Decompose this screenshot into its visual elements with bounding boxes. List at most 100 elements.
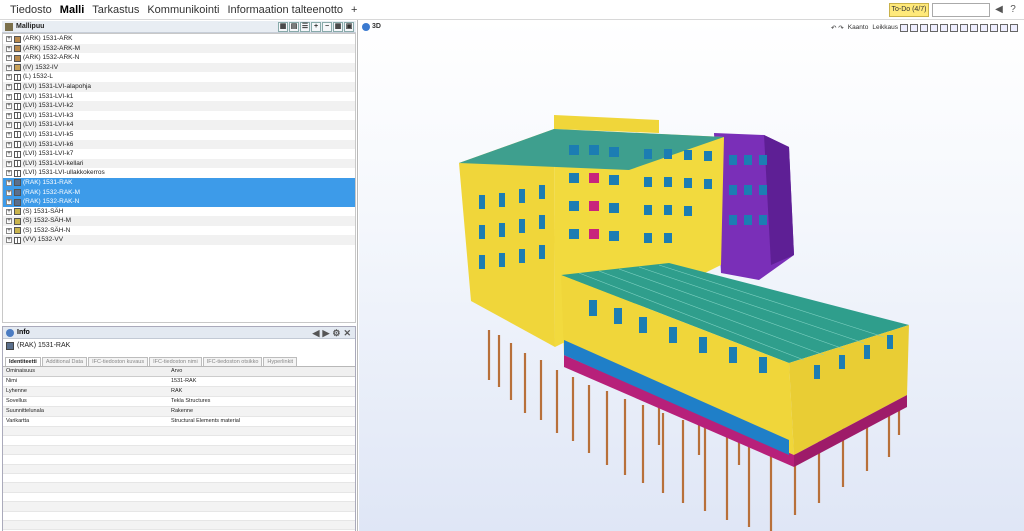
expand-icon[interactable]: +: [6, 218, 12, 225]
info-tab[interactable]: Additional Data: [41, 357, 88, 366]
expand-icon[interactable]: +: [6, 103, 12, 110]
tree-row[interactable]: + (LVI) 1531-LVI-k6: [3, 139, 355, 150]
property-row[interactable]: Nimi 1531-RAK: [3, 376, 355, 387]
search-input[interactable]: [932, 3, 990, 17]
menu-item[interactable]: +: [347, 0, 361, 20]
building-model[interactable]: [459, 115, 919, 531]
camera-icon[interactable]: [910, 23, 918, 32]
zoom-out-icon[interactable]: [950, 23, 958, 32]
info-settings-icon[interactable]: ⚙: [332, 327, 340, 339]
expand-icon[interactable]: +: [6, 179, 12, 186]
tree-row[interactable]: + (S) 1532-SÄH-N: [3, 226, 355, 236]
zoom-in-icon[interactable]: [940, 23, 948, 32]
property-row[interactable]: Sovellus Tekla Structures: [3, 396, 355, 407]
tree-row[interactable]: + (ARK) 1532-ARK-N: [3, 53, 355, 63]
expand-icon[interactable]: +: [6, 141, 12, 148]
expand-icon[interactable]: +: [6, 122, 12, 129]
info-tab[interactable]: IFC-tiedoston nimi: [149, 357, 202, 366]
section-tool[interactable]: Leikkaus: [872, 24, 898, 31]
tree-expand-button[interactable]: +: [311, 22, 321, 32]
tree-view-button[interactable]: ▣: [344, 22, 354, 32]
fly-icon[interactable]: [920, 23, 928, 32]
menu-item[interactable]: Informaation talteenotto: [223, 0, 347, 20]
empty-row: [3, 445, 355, 456]
info-tab[interactable]: Identiteetti: [5, 357, 41, 366]
expand-icon[interactable]: +: [6, 151, 12, 158]
tree-row[interactable]: + (S) 1531-SÄH: [3, 207, 355, 217]
tree-collapse-button[interactable]: −: [322, 22, 332, 32]
tree-row[interactable]: + (RAK) 1532-RAK-M: [3, 187, 355, 198]
menu-item[interactable]: Tiedosto: [6, 0, 56, 20]
todo-button[interactable]: To-Do (4/7): [889, 3, 929, 17]
maximize-icon[interactable]: [1010, 23, 1018, 32]
tree-layers-button[interactable]: ▤: [289, 22, 299, 32]
column-header[interactable]: Arvo: [168, 367, 355, 377]
ark-icon: [14, 54, 21, 62]
tree-row[interactable]: + (LVI) 1531-LVI-alapohja: [3, 81, 355, 92]
tree-grid-button[interactable]: ▦: [333, 22, 343, 32]
info-tab[interactable]: IFC-tiedoston otsikko: [202, 357, 263, 366]
expand-icon[interactable]: +: [6, 112, 12, 119]
tree-row[interactable]: + (RAK) 1531-RAK: [3, 177, 355, 188]
tree-row[interactable]: + (LVI) 1531-LVI-k2: [3, 101, 355, 111]
expand-icon[interactable]: +: [6, 237, 12, 244]
undo-icon[interactable]: ↶ ↷: [831, 24, 844, 32]
tree-row-label: (ARK) 1532-ARK-N: [23, 54, 80, 62]
grid-icon: [14, 73, 21, 81]
expand-icon[interactable]: +: [6, 227, 12, 234]
tree-row[interactable]: + (VV) 1532-VV: [3, 235, 355, 246]
3d-viewport[interactable]: 3D ↶ ↷ Kaanto Leikkaus: [359, 20, 1024, 531]
tree-row[interactable]: + (LVI) 1531-LVI-kellari: [3, 158, 355, 169]
tree-row[interactable]: + (ARK) 1532-ARK-M: [3, 43, 355, 54]
expand-icon[interactable]: +: [6, 64, 12, 71]
back-icon[interactable]: ◀: [992, 3, 1006, 17]
rotate-tool[interactable]: Kaanto: [848, 24, 869, 31]
expand-icon[interactable]: +: [6, 45, 12, 52]
prev-icon[interactable]: ◀: [313, 327, 320, 339]
tree-filter-button[interactable]: ▦: [278, 22, 288, 32]
expand-icon[interactable]: +: [6, 170, 12, 177]
expand-icon[interactable]: +: [6, 55, 12, 62]
tree-row[interactable]: + (LVI) 1531-LVI-k7: [3, 149, 355, 159]
grid-icon: [14, 160, 21, 168]
layout-icon[interactable]: [1000, 23, 1008, 32]
expand-icon[interactable]: +: [6, 93, 12, 100]
tree-row[interactable]: + (LVI) 1531-LVI-k5: [3, 130, 355, 140]
tree-row[interactable]: + (ARK) 1531-ARK: [3, 34, 355, 44]
menu-item[interactable]: Malli: [56, 0, 88, 20]
tree-row[interactable]: + (LVI) 1531-LVI-k4: [3, 120, 355, 130]
expand-icon[interactable]: +: [6, 36, 12, 42]
property-row[interactable]: Lyhenne RAK: [3, 386, 355, 397]
menu-item[interactable]: Kommunikointi: [143, 0, 223, 20]
tree-row[interactable]: + (S) 1532-SÄH-M: [3, 216, 355, 226]
expand-icon[interactable]: +: [6, 160, 12, 167]
expand-icon[interactable]: +: [6, 199, 12, 206]
column-header[interactable]: Ominaisuus: [3, 367, 168, 377]
zoom-fit-icon[interactable]: [960, 23, 968, 32]
property-row[interactable]: Varikartta Structural Elements material: [3, 416, 355, 427]
menu-item[interactable]: Tarkastus: [88, 0, 143, 20]
info-tab[interactable]: IFC-tiedoston kuvaus: [88, 357, 149, 366]
select-icon[interactable]: [900, 23, 908, 32]
tree-list-button[interactable]: ☰: [300, 22, 310, 32]
info-tab[interactable]: Hyperlinkit: [263, 357, 298, 366]
tree-row[interactable]: + (IV) 1532-IV: [3, 62, 355, 73]
expand-icon[interactable]: +: [6, 208, 12, 215]
tree-row[interactable]: + (LVI) 1531-LVI-k3: [3, 111, 355, 121]
tree-row[interactable]: + (LVI) 1531-LVI-ullakkokerros: [3, 168, 355, 178]
screenshot-icon[interactable]: [990, 23, 998, 32]
expand-icon[interactable]: +: [6, 131, 12, 138]
zoom-window-icon[interactable]: [970, 23, 978, 32]
tree-row[interactable]: + (LVI) 1531-LVI-k1: [3, 92, 355, 102]
info-close-icon[interactable]: ✕: [343, 327, 351, 339]
tree-row[interactable]: + (L) 1532-L: [3, 72, 355, 82]
expand-icon[interactable]: +: [6, 74, 12, 81]
expand-icon[interactable]: +: [6, 189, 12, 196]
measure-icon[interactable]: [980, 23, 988, 32]
help-icon[interactable]: ?: [1006, 3, 1020, 17]
next-icon[interactable]: ▶: [322, 327, 329, 339]
tree-row[interactable]: + (RAK) 1532-RAK-N: [3, 197, 355, 207]
property-row[interactable]: Suunnittelunala Rakenne: [3, 406, 355, 417]
visibility-icon[interactable]: [930, 23, 938, 32]
expand-icon[interactable]: +: [6, 83, 12, 90]
